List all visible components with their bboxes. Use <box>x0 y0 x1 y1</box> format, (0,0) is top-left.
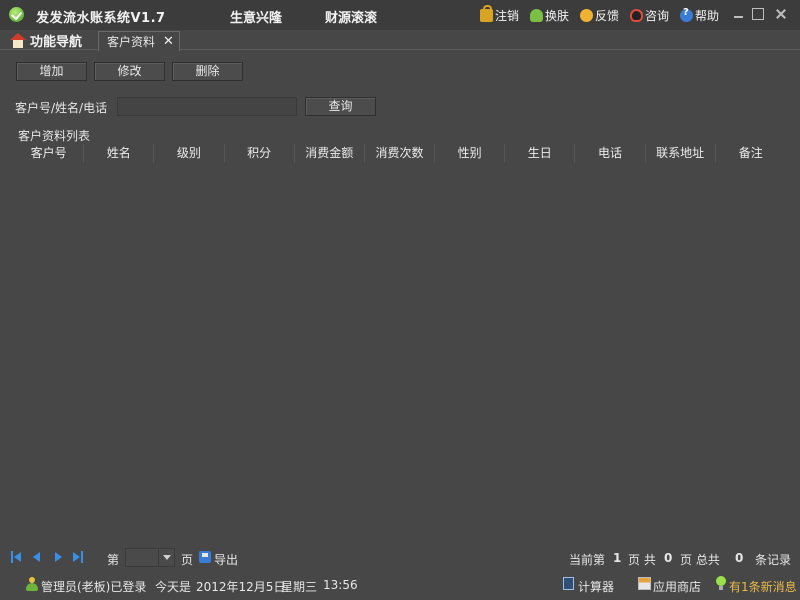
total-records-value: 0 <box>735 551 744 565</box>
current-weekday: 星期三 <box>281 580 318 594</box>
close-window-icon[interactable] <box>775 8 787 20</box>
slogan-right: 财源滚滚 <box>325 11 378 26</box>
first-page-icon[interactable] <box>11 551 23 563</box>
next-page-icon[interactable] <box>53 551 65 563</box>
help-icon <box>680 7 693 22</box>
person-icon <box>530 9 543 22</box>
chevron-down-icon[interactable] <box>158 549 174 566</box>
store-icon <box>638 577 651 590</box>
tab-home-label: 功能导航 <box>30 35 83 50</box>
maximize-icon[interactable] <box>752 8 764 20</box>
chat-bubble-icon <box>580 9 593 22</box>
page-number-select[interactable] <box>125 548 175 567</box>
column-header-spend-amount[interactable]: 消费金额 <box>295 144 365 163</box>
delete-button[interactable]: 删除 <box>172 62 243 81</box>
qq-penguin-icon <box>630 9 643 22</box>
calculator-button[interactable]: 计算器 <box>578 578 614 595</box>
tab-close-icon[interactable]: ✕ <box>163 34 174 49</box>
total-pages-value: 0 <box>664 551 673 565</box>
calculator-icon <box>563 577 574 590</box>
logged-in-user: 管理员(老板)已登录 <box>41 580 147 594</box>
app-title: 发发流水账系统V1.7 <box>36 11 166 26</box>
export-button[interactable]: 导出 <box>214 551 238 568</box>
page-suffix-label: 页 <box>181 553 194 567</box>
consult-button[interactable]: 咨询 <box>630 7 669 24</box>
app-logo-icon <box>9 7 24 22</box>
column-header-name[interactable]: 姓名 <box>84 144 155 163</box>
title-bar: 发发流水账系统V1.7 生意兴隆 财源滚滚 注销 换肤 反馈 咨询 帮助 <box>0 0 800 30</box>
column-header-customer-id[interactable]: 客户号 <box>14 144 85 163</box>
new-message-link[interactable]: 有1条新消息 <box>729 578 797 595</box>
column-header-spend-count[interactable]: 消费次数 <box>365 144 436 163</box>
logout-label: 注销 <box>495 9 520 23</box>
last-page-icon[interactable] <box>72 551 84 563</box>
column-header-remark[interactable]: 备注 <box>716 144 786 163</box>
column-header-address[interactable]: 联系地址 <box>646 144 716 163</box>
grid-header: 客户号 姓名 级别 积分 消费金额 消费次数 性别 生日 电话 联系地址 备注 <box>14 144 786 163</box>
records-unit-label: 条记录 <box>755 553 792 567</box>
tab-customer-label: 客户资料 <box>107 35 156 49</box>
add-button[interactable]: 增加 <box>16 62 87 81</box>
current-page-value: 1 <box>613 551 622 565</box>
page-prefix-label: 第 <box>107 553 120 567</box>
grid-title: 客户资料列表 <box>18 129 91 143</box>
feedback-label: 反馈 <box>595 9 620 23</box>
current-date: 2012年12月5日 <box>196 580 286 594</box>
skin-button[interactable]: 换肤 <box>530 7 569 24</box>
tab-customer-info[interactable]: 客户资料 ✕ <box>98 31 180 51</box>
feedback-button[interactable]: 反馈 <box>580 7 619 24</box>
today-label: 今天是 <box>155 580 192 594</box>
save-disk-icon[interactable] <box>199 551 211 563</box>
app-store-button[interactable]: 应用商店 <box>653 578 701 595</box>
column-header-level[interactable]: 级别 <box>154 144 225 163</box>
user-icon <box>25 577 39 591</box>
column-header-phone[interactable]: 电话 <box>575 144 646 163</box>
help-label: 帮助 <box>695 9 720 23</box>
prev-page-icon[interactable] <box>31 551 43 563</box>
query-button[interactable]: 查询 <box>305 97 376 116</box>
edit-button[interactable]: 修改 <box>94 62 165 81</box>
total-records-label: 页 总共 <box>680 553 720 567</box>
tab-function-nav[interactable]: 功能导航 <box>10 31 82 50</box>
lightbulb-icon <box>716 576 726 590</box>
current-page-label: 当前第 <box>569 553 606 567</box>
slogan-left: 生意兴隆 <box>230 11 283 26</box>
column-header-gender[interactable]: 性别 <box>435 144 506 163</box>
column-header-birthday[interactable]: 生日 <box>505 144 576 163</box>
consult-label: 咨询 <box>645 9 670 23</box>
column-header-points[interactable]: 积分 <box>225 144 295 163</box>
skin-label: 换肤 <box>545 9 570 23</box>
help-button[interactable]: 帮助 <box>680 7 719 24</box>
tab-bar: 功能导航 客户资料 ✕ <box>0 30 800 51</box>
logout-button[interactable]: 注销 <box>480 5 520 24</box>
lock-icon <box>480 5 493 22</box>
grid-body[interactable] <box>14 163 786 543</box>
total-pages-label: 页 共 <box>628 553 656 567</box>
current-time: 13:56 <box>323 578 358 592</box>
search-input[interactable] <box>117 97 297 116</box>
minimize-icon[interactable] <box>733 8 745 20</box>
home-icon <box>10 33 26 48</box>
search-label: 客户号/姓名/电话 <box>15 101 108 115</box>
